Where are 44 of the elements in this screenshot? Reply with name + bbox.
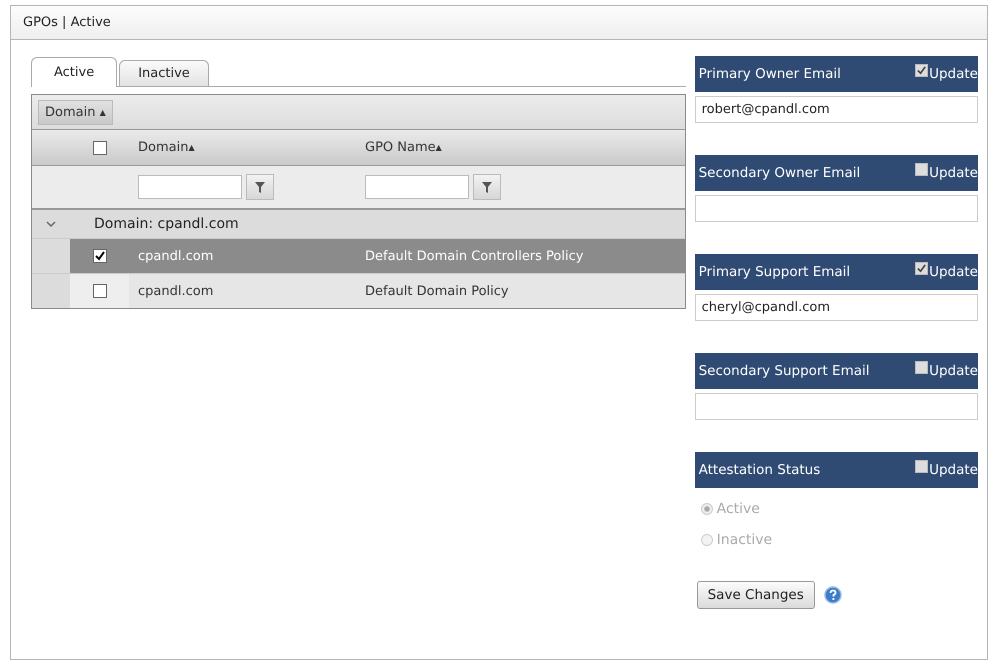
table-cell: Default Domain Policy (365, 284, 509, 298)
update-label: Update (929, 363, 978, 379)
row-checkbox[interactable] (92, 249, 106, 263)
update-label: Update (929, 66, 978, 82)
update-label: Update (929, 462, 978, 478)
update-checkbox[interactable] (915, 360, 928, 374)
update-label: Update (929, 264, 978, 280)
window-title: GPOs | Active (23, 15, 111, 30)
section-title: Secondary Owner Email (698, 165, 860, 181)
filter-field[interactable] (365, 175, 469, 199)
tab[interactable]: Active (31, 57, 118, 87)
group-by-chip[interactable]: Domain ▲ (38, 100, 113, 124)
row-checkbox[interactable] (92, 284, 106, 298)
radio-label: Inactive (716, 532, 772, 548)
table-cell: cpandl.com (138, 248, 214, 264)
email-field[interactable] (694, 195, 978, 222)
section-title: Secondary Support Email (698, 363, 870, 379)
section-title: Primary Owner Email (698, 66, 841, 82)
chevron-down-icon[interactable] (46, 220, 56, 228)
save-button[interactable]: Save Changes (696, 581, 815, 609)
table-cell: cpandl.com (138, 284, 214, 298)
filter-button[interactable] (246, 174, 274, 200)
table-row[interactable]: cpandl.com Default Domain Policy (32, 273, 685, 308)
filter-icon (255, 182, 265, 192)
radio-label: Active (716, 500, 760, 516)
tab[interactable]: Inactive (119, 60, 209, 86)
filter-field[interactable] (138, 175, 242, 199)
select-all-checkbox[interactable] (92, 140, 106, 154)
table-cell: Default Domain Controllers Policy (365, 248, 584, 264)
update-checkbox[interactable] (915, 262, 928, 274)
update-label: Update (929, 165, 978, 181)
filter-button[interactable] (473, 174, 501, 200)
help-icon[interactable] (824, 586, 842, 604)
email-field[interactable]: cheryl@cpandl.com (694, 294, 978, 321)
update-checkbox[interactable] (915, 64, 928, 76)
email-field[interactable]: robert@cpandl.com (694, 96, 978, 123)
section-title: Primary Support Email (698, 264, 850, 280)
section-title: Attestation Status (698, 462, 820, 478)
filter-icon (482, 182, 492, 192)
email-field[interactable] (694, 393, 978, 420)
column-header[interactable]: GPO Name▲ (356, 130, 685, 165)
column-header[interactable]: Domain▲ (129, 130, 356, 165)
group-label: Domain: cpandl.com (93, 216, 239, 232)
update-checkbox[interactable] (915, 162, 928, 176)
